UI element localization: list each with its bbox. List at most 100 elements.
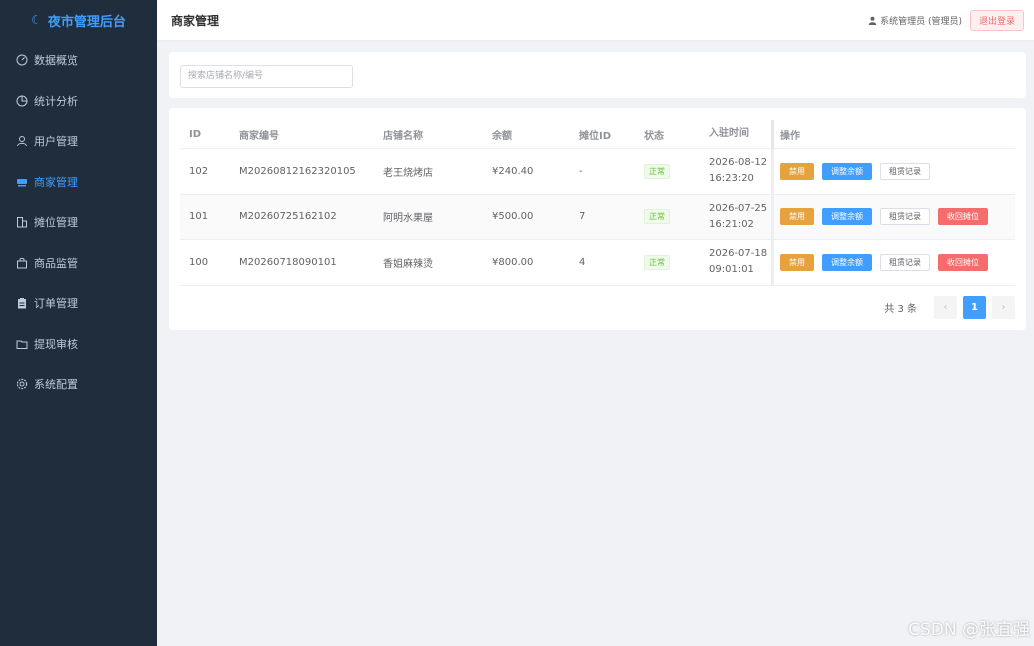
disable-button[interactable]: 禁用	[780, 208, 814, 226]
join-date: 2026-08-12	[709, 157, 768, 169]
gear-icon	[16, 378, 28, 390]
cell-balance: ¥500.00	[492, 211, 534, 223]
brand: ☾ 夜市管理后台	[0, 0, 157, 40]
watermark: CSDN @张宜强	[908, 620, 1030, 640]
user-icon	[16, 135, 28, 147]
next-page-button[interactable]: ›	[992, 296, 1015, 319]
table-row[interactable]: 100 M20260718090101 香姐麻辣烫 ¥800.00 4 正常 2…	[180, 240, 1015, 286]
bag-icon	[16, 257, 28, 269]
cell-join-time: 2026-08-12 16:23:20	[700, 155, 771, 187]
status-badge: 正常	[644, 209, 670, 225]
merchant-table-card: ID 商家编号 店铺名称 余额 摊位ID 状态 入驻时间 操作 102 M202…	[169, 108, 1026, 330]
user-info: 系统管理员 (管理员)	[868, 14, 962, 27]
cell-merchant-no: M20260725162102	[239, 211, 337, 223]
table-header: ID 商家编号 店铺名称 余额 摊位ID 状态 入驻时间 操作	[180, 120, 1015, 149]
sidebar-item-merchants[interactable]: 商家管理	[0, 162, 157, 203]
moon-icon: ☾	[31, 13, 42, 27]
cell-id: 102	[189, 165, 209, 177]
cell-actions: 禁用 调整余额 租赁记录 收回摊位	[771, 194, 1015, 239]
sidebar-item-stalls[interactable]: 摊位管理	[0, 202, 157, 243]
clipboard-icon	[16, 297, 28, 309]
cell-merchant-no: M20260812162320105	[239, 165, 356, 177]
table-row[interactable]: 101 M20260725162102 阿明水果屋 ¥500.00 7 正常 2…	[180, 194, 1015, 240]
column-header-status[interactable]: 状态	[635, 127, 700, 142]
adjust-balance-button[interactable]: 调整余额	[822, 208, 872, 226]
search-input[interactable]	[180, 64, 353, 88]
column-header-shop-name[interactable]: 店铺名称	[374, 127, 483, 142]
join-time: 16:23:20	[709, 173, 754, 185]
adjust-balance-button[interactable]: 调整余额	[822, 162, 872, 180]
column-header-stall-id[interactable]: 摊位ID	[570, 127, 635, 142]
merchant-table: ID 商家编号 店铺名称 余额 摊位ID 状态 入驻时间 操作 102 M202…	[180, 120, 1015, 286]
cell-actions: 禁用 调整余额 租赁记录 收回摊位	[771, 240, 1015, 285]
column-header-merchant-no[interactable]: 商家编号	[230, 127, 374, 142]
cell-actions: 禁用 调整余额 租赁记录	[771, 149, 1015, 194]
pie-chart-icon	[16, 95, 28, 107]
column-header-join-time[interactable]: 入驻时间	[700, 126, 771, 142]
status-badge: 正常	[644, 254, 670, 270]
sidebar-item-users[interactable]: 用户管理	[0, 121, 157, 162]
cell-stall-id: -	[579, 165, 583, 177]
folder-icon	[16, 338, 28, 350]
sidebar-item-goods[interactable]: 商品监管	[0, 243, 157, 284]
logout-button[interactable]: 退出登录	[969, 9, 1024, 31]
disable-button[interactable]: 禁用	[780, 253, 814, 271]
join-date: 2026-07-25	[709, 202, 768, 214]
sidebar-item-orders[interactable]: 订单管理	[0, 283, 157, 324]
sidebar-item-label: 数据概览	[34, 54, 78, 68]
sidebar-item-label: 商家管理	[34, 175, 78, 189]
header-right: 系统管理员 (管理员) 退出登录	[868, 9, 1024, 31]
disable-button[interactable]: 禁用	[780, 162, 814, 180]
sidebar-item-label: 系统配置	[34, 378, 78, 392]
sidebar-item-label: 提现审核	[34, 337, 78, 351]
cell-stall-id: 7	[579, 211, 586, 223]
building-icon	[16, 216, 28, 228]
sidebar-item-withdraw[interactable]: 提现审核	[0, 324, 157, 365]
sidebar-item-settings[interactable]: 系统配置	[0, 364, 157, 405]
user-icon	[868, 16, 877, 25]
sidebar-item-label: 商品监管	[34, 256, 78, 270]
cell-merchant-no: M20260718090101	[239, 256, 337, 268]
sidebar-item-label: 用户管理	[34, 135, 78, 149]
cell-stall-id: 4	[579, 256, 586, 268]
cell-shop-name: 香姐麻辣烫	[383, 258, 433, 270]
prev-page-button[interactable]: ‹	[934, 296, 957, 319]
sidebar-item-statistics[interactable]: 统计分析	[0, 81, 157, 122]
rental-records-button[interactable]: 租赁记录	[880, 162, 930, 180]
page-title: 商家管理	[171, 13, 220, 28]
rental-records-button[interactable]: 租赁记录	[880, 253, 930, 271]
top-header: 商家管理 系统管理员 (管理员) 退出登录	[157, 0, 1034, 40]
column-header-actions: 操作	[771, 120, 1015, 148]
reclaim-stall-button[interactable]: 收回摊位	[938, 253, 988, 271]
user-name: 系统管理员 (管理员)	[880, 16, 962, 27]
page-number-button[interactable]: 1	[963, 296, 986, 319]
join-time: 09:01:01	[709, 264, 754, 276]
sidebar-item-label: 统计分析	[34, 94, 78, 108]
sidebar: ☾ 夜市管理后台 数据概览 统计分析 用户管理 商家管理 摊位管理 商品监管 订…	[0, 0, 157, 646]
cell-status: 正常	[635, 163, 700, 179]
column-header-balance[interactable]: 余额	[483, 127, 570, 142]
cell-id: 100	[189, 256, 209, 268]
column-header-id[interactable]: ID	[180, 129, 230, 140]
shop-icon	[16, 176, 28, 188]
actions-header-label: 操作	[780, 130, 800, 142]
cell-join-time: 2026-07-25 16:21:02	[700, 201, 771, 233]
status-badge: 正常	[644, 163, 670, 179]
join-time: 16:21:02	[709, 218, 754, 230]
sidebar-item-dashboard[interactable]: 数据概览	[0, 40, 157, 81]
rental-records-button[interactable]: 租赁记录	[880, 208, 930, 226]
adjust-balance-button[interactable]: 调整余额	[822, 253, 872, 271]
cell-shop-name: 阿明水果屋	[383, 213, 433, 225]
cell-status: 正常	[635, 209, 700, 225]
sidebar-menu: 数据概览 统计分析 用户管理 商家管理 摊位管理 商品监管 订单管理 提现审核	[0, 40, 157, 405]
cell-join-time: 2026-07-18 09:01:01	[700, 246, 771, 278]
table-row[interactable]: 102 M20260812162320105 老王烧烤店 ¥240.40 - 正…	[180, 149, 1015, 195]
cell-status: 正常	[635, 254, 700, 270]
pagination-total: 共 3 条	[884, 304, 917, 315]
cell-shop-name: 老王烧烤店	[383, 167, 433, 179]
reclaim-stall-button[interactable]: 收回摊位	[938, 208, 988, 226]
sidebar-item-label: 订单管理	[34, 297, 78, 311]
brand-title: 夜市管理后台	[47, 14, 126, 30]
join-date: 2026-07-18	[709, 248, 768, 260]
cell-id: 101	[189, 211, 209, 223]
